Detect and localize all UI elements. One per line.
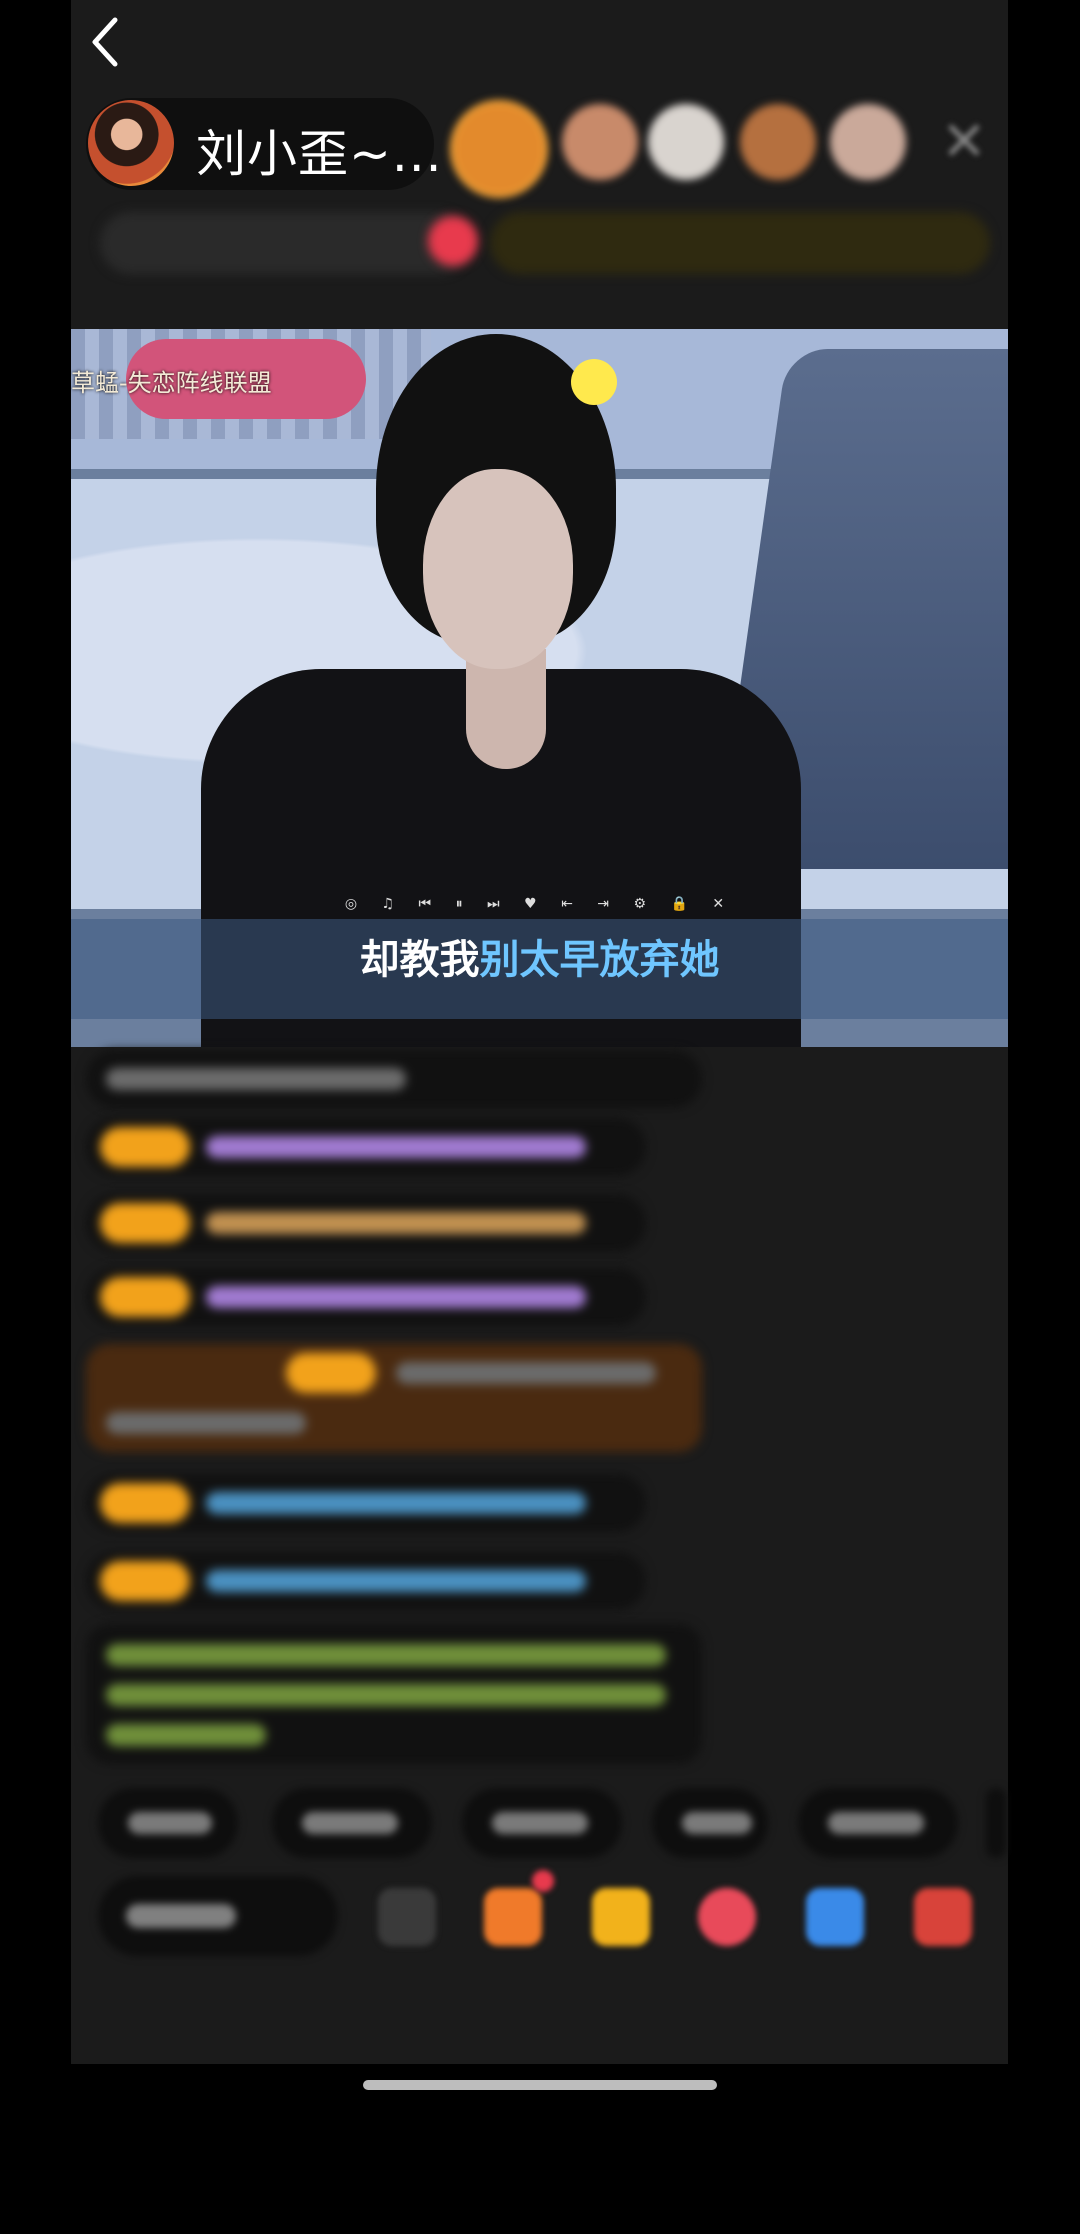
quick-reply-chip[interactable] [652,1788,768,1858]
quick-reply-chip[interactable] [462,1788,622,1858]
emoji-icon[interactable] [378,1888,436,1946]
announcement-banner[interactable] [490,212,990,274]
quick-reply-chip[interactable] [798,1788,958,1858]
gift-box-icon[interactable] [592,1888,650,1946]
lyric-sung: 却教我 [359,937,480,983]
back-button[interactable] [85,14,129,70]
chat-message[interactable] [86,1118,646,1176]
rank-strip[interactable] [100,212,470,274]
hot-badge[interactable] [428,216,478,266]
music-player-controls[interactable]: ◎ ♫ ⏮ ⏸ ⏭ ♥ ⇤ ⇥ ⚙ 🔒 ✕ [71,896,1008,912]
streamer-face [423,469,573,669]
chat-message[interactable] [86,1268,646,1326]
viewer-avatar[interactable] [562,104,638,180]
close-icon[interactable] [944,120,984,160]
song-title-overlay: 草蜢-失恋阵线联盟 [71,369,272,397]
game-icon[interactable] [806,1888,864,1946]
hair-clip [571,359,617,405]
viewer-avatar[interactable] [648,104,724,180]
chat-message[interactable] [86,1552,646,1610]
task-icon[interactable] [484,1888,542,1946]
live-video[interactable]: 草蜢-失恋阵线联盟 ◎ ♫ ⏮ ⏸ ⏭ ♥ ⇤ ⇥ ⚙ 🔒 ✕ 却教我别太早放弃… [71,329,1008,1047]
chat-message[interactable] [86,1050,702,1108]
host-name: 刘小歪~... [196,125,443,183]
notification-dot-icon [532,1870,554,1892]
viewer-avatar[interactable] [830,104,906,180]
lyric-line: 却教我别太早放弃她 [71,927,1008,985]
quick-reply-chip[interactable] [98,1788,238,1858]
lyric-unsung: 别太早放弃她 [479,937,720,983]
comment-input[interactable] [98,1876,338,1956]
gift-message[interactable] [86,1344,702,1452]
chat-message[interactable] [86,1194,646,1252]
viewer-avatar[interactable] [740,104,816,180]
quick-reply-chip[interactable] [986,1788,1006,1858]
gift-icon[interactable] [914,1888,972,1946]
system-notice [86,1624,702,1764]
home-indicator[interactable] [363,2080,717,2090]
host-avatar[interactable] [88,100,174,186]
viewer-avatar[interactable] [450,100,548,198]
chat-message[interactable] [86,1474,646,1532]
quick-reply-chip[interactable] [272,1788,432,1858]
chat-bubble-icon[interactable] [698,1888,756,1946]
